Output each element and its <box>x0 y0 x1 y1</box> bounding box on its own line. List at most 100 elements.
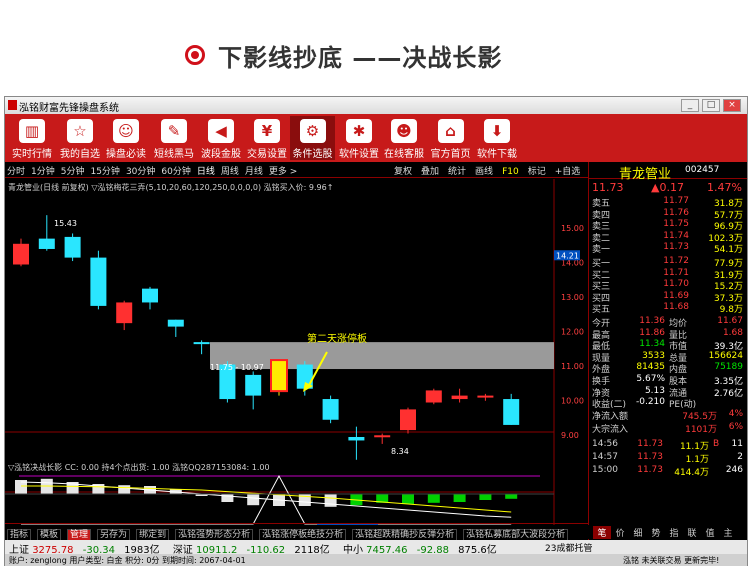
price-tick-label: 12.00 <box>561 328 584 337</box>
bottom-tab-bar: 指标 模板 管理 另存为 绑定到 泓铭强势形态分析 泓铭涨停板绝技分析 泓铭超跌精确抄反弹分析… <box>5 525 747 541</box>
quote-tab-4[interactable]: 指 <box>665 526 683 539</box>
tick-volume: 1.1万 <box>685 454 709 465</box>
tick-row: 14:57 11.73 1.1万 2 <box>589 452 747 465</box>
toolbar-button-9[interactable]: ⌂ 官方首页 <box>428 116 473 160</box>
sell-label: 卖一 <box>592 245 611 256</box>
macd-bar <box>479 494 492 500</box>
macd-bar <box>118 485 131 494</box>
quote-tab-6[interactable]: 值 <box>701 526 719 539</box>
app-window: 泓铭财富先锋操盘系统 _ □ × ▥ 实时行情 ☆ 我的自选 ☺ 操盘必读 ✎ 短线黑马 ◀ 波段… <box>4 96 748 566</box>
toolbar-button-1[interactable]: ☆ 我的自选 <box>57 116 103 160</box>
buy-volume: 9.8万 <box>719 305 743 316</box>
flow-pct: 4% <box>728 408 743 419</box>
broker-label[interactable]: 23成都托管 <box>545 541 592 554</box>
candle-body <box>142 288 158 303</box>
download-icon: ⬇ <box>484 119 510 143</box>
chart-icon: ▥ <box>19 119 45 143</box>
toolbar-button-label: 条件选股 <box>292 149 333 160</box>
macd-bar <box>427 494 440 503</box>
stat-value: 75189 <box>714 362 743 373</box>
quote-tab-5[interactable]: 联 <box>683 526 701 539</box>
index-bar: 上证 3275.78 -30.34 1983亿 深证 10911.2 -110.… <box>5 540 747 556</box>
toolbar-button-7[interactable]: ✱ 软件设置 <box>337 116 381 160</box>
quote-tab-3[interactable]: 势 <box>647 526 665 539</box>
tick-count: 246 <box>725 464 743 475</box>
toolbar-button-8[interactable]: ☻ 在线客服 <box>382 116 426 160</box>
toolbar-button-10[interactable]: ⬇ 软件下载 <box>475 116 519 160</box>
toolbar-button-2[interactable]: ☺ 操盘必读 <box>103 116 149 160</box>
stat-value: 11.67 <box>717 316 743 326</box>
price-tick-label: 13.00 <box>561 293 584 302</box>
order-book-buy-row: 买一 11.72 77.9万 <box>589 256 747 269</box>
sell-price: 11.75 <box>663 219 689 230</box>
tick-row: 15:00 11.73 414.4万 246 <box>589 464 747 478</box>
stat-value: 1.68 <box>722 327 743 338</box>
toolbar-button-label: 操盘必读 <box>106 149 146 160</box>
toolbar-button-label: 交易设置 <box>247 149 287 160</box>
stock-name: 青龙管业 <box>619 167 672 182</box>
flow-row: 大宗流入 1101万 6% <box>589 421 747 435</box>
range-label: 11.75 - 10.97 <box>210 363 264 372</box>
stat-value: -0.210 <box>635 397 665 408</box>
stat-value: 11.86 <box>639 327 665 338</box>
sell-price: 11.73 <box>663 242 689 253</box>
tick-price: 11.73 <box>637 464 663 475</box>
quote-tab-1[interactable]: 价 <box>611 526 629 539</box>
candle-body <box>400 409 416 431</box>
candle-body <box>374 435 391 438</box>
star-icon: ☆ <box>67 119 93 143</box>
stock-code: 002457 <box>685 165 720 175</box>
toolbar-button-5[interactable]: ¥ 交易设置 <box>245 116 289 160</box>
flow-pct: 6% <box>728 421 743 432</box>
tick-volume: 414.4万 <box>674 467 709 478</box>
coin-icon: ¥ <box>254 119 280 143</box>
candle-body <box>425 390 442 403</box>
toolbar-button-label: 波段金股 <box>201 149 241 160</box>
window-title: 泓铭财富先锋操盘系统 <box>19 103 119 114</box>
quote-header: 青龙管业 002457 <box>588 162 747 182</box>
restore-button[interactable]: □ <box>702 99 720 112</box>
toolbar-button-label: 我的自选 <box>60 149 100 160</box>
gear-icon: ✱ <box>346 119 372 143</box>
high-label: 15.43 <box>54 219 77 228</box>
candle-body <box>38 238 55 249</box>
order-book-buy-row: 买三 11.70 15.2万 <box>589 279 747 292</box>
toolbar-button-6[interactable]: ⚙ 条件选股 <box>290 116 335 160</box>
horse-icon: ✎ <box>161 119 187 143</box>
quote-tab-0[interactable]: 笔 <box>593 526 611 539</box>
macd-bar <box>505 494 518 499</box>
stat-value: 11.34 <box>639 339 665 350</box>
buy-label: 买五 <box>592 305 611 316</box>
toolbar-button-label: 在线客服 <box>384 149 424 160</box>
toolbar-button-0[interactable]: ▥ 实时行情 <box>9 116 55 160</box>
toolbar-button-3[interactable]: ✎ 短线黑马 <box>151 116 197 160</box>
home-icon: ⌂ <box>437 119 464 143</box>
quote-price: 11.73 <box>592 181 624 194</box>
quote-summary: 11.73 ▲0.17 1.47% <box>589 181 747 194</box>
minimize-button[interactable]: _ <box>681 99 699 112</box>
page-title: 下影线抄底 ——决战长影 <box>218 44 503 72</box>
people-icon: ☺ <box>113 119 139 143</box>
toolbar-button-label: 软件设置 <box>339 149 379 160</box>
price-tick-label: 11.00 <box>561 362 584 371</box>
app-logo-icon <box>8 100 17 110</box>
toolbar-button-label: 官方首页 <box>430 149 471 160</box>
macd-bar <box>453 494 466 502</box>
quote-tab-2[interactable]: 细 <box>629 526 647 539</box>
candle-body <box>270 359 288 393</box>
candle-body <box>193 342 210 345</box>
candle-body <box>322 399 339 420</box>
sell-price: 11.74 <box>663 230 689 241</box>
price-tick-label: 15.00 <box>561 224 584 233</box>
toolbar-button-4[interactable]: ◀ 波段金股 <box>199 116 243 160</box>
flow-value: 745.5万 <box>682 411 717 422</box>
quote-pct: 1.47% <box>707 181 742 194</box>
tick-count: 11 <box>731 438 743 449</box>
candle-body <box>348 437 365 441</box>
quote-tab-7[interactable]: 主 <box>719 526 737 539</box>
stat-row: 最高 11.86 量比 1.68 <box>589 327 747 341</box>
close-button[interactable]: × <box>723 99 741 112</box>
flow-label: 大宗流入 <box>592 424 629 435</box>
account-info: 账户: zenglong 用户类型: 白金 积分: 0分 到期时间: 2067-… <box>9 556 246 565</box>
stat-row: 收益(二) -0.210 PE(动) <box>589 397 747 410</box>
